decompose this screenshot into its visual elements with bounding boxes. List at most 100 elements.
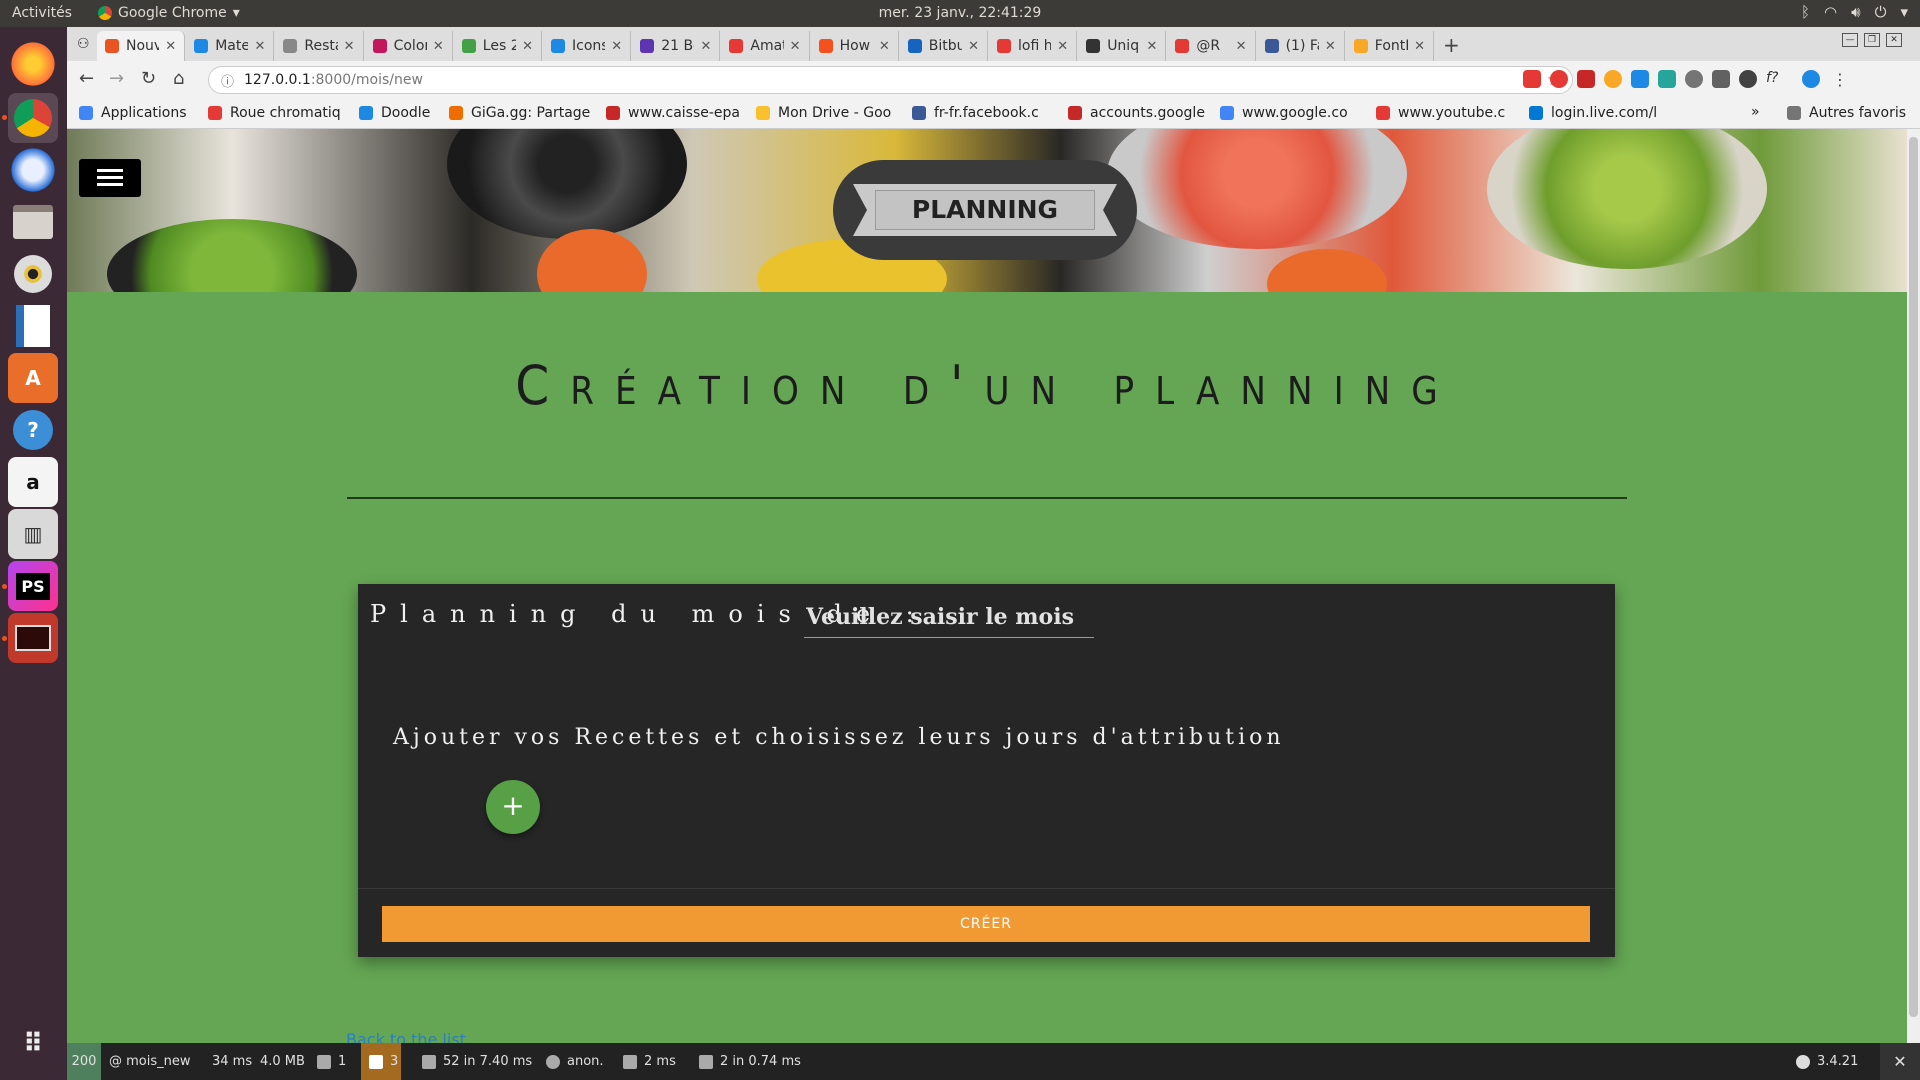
extension-icon[interactable] — [1550, 70, 1568, 88]
chrome-icon[interactable] — [8, 93, 58, 143]
extension-icon[interactable] — [1604, 70, 1622, 88]
tab-10[interactable]: lofi hip ✕ — [989, 31, 1078, 61]
tab-close-icon[interactable]: ✕ — [433, 39, 444, 54]
status-code[interactable]: 200 — [67, 1043, 101, 1080]
firefox-icon[interactable] — [8, 39, 58, 89]
bookmark-7[interactable]: accounts.google — [1068, 105, 1205, 121]
tab-close-icon[interactable]: ✕ — [254, 39, 265, 54]
month-input[interactable] — [804, 596, 1094, 638]
other-bookmarks[interactable]: Autres favoris — [1787, 105, 1906, 121]
bookmarks-more[interactable]: » — [1751, 104, 1760, 120]
files-icon[interactable] — [8, 197, 58, 247]
forms-panel[interactable]: 1 — [317, 1043, 346, 1080]
menu-button[interactable] — [79, 159, 141, 197]
tab-6[interactable]: 21 Bes ✕ — [632, 31, 721, 61]
bluetooth-icon[interactable]: ᛒ — [1801, 3, 1810, 21]
tab-close-icon[interactable]: ✕ — [790, 39, 801, 54]
wifi-icon[interactable]: ◠ — [1824, 3, 1837, 21]
page-scrollbar[interactable] — [1907, 129, 1920, 1043]
tab-close-icon[interactable]: ✕ — [879, 39, 890, 54]
show-applications-icon[interactable]: ⠿ — [8, 1019, 58, 1069]
volume-icon[interactable]: 🔊︎ — [1851, 3, 1860, 21]
tab-11[interactable]: Uniqu ✕ — [1078, 31, 1167, 61]
tab-5[interactable]: Icons | ✕ — [543, 31, 632, 61]
close-toolbar-button[interactable]: ✕ — [1880, 1043, 1920, 1080]
logs-panel[interactable]: 3 — [361, 1043, 401, 1080]
home-icon[interactable]: ⌂ — [173, 68, 184, 89]
bookmark-0[interactable]: Applications — [79, 105, 187, 121]
rhythmbox-icon[interactable] — [8, 249, 58, 299]
cache-panel[interactable]: 2 in 0.74 ms — [699, 1043, 801, 1080]
extension-icon[interactable] — [1739, 70, 1757, 88]
profile-icon[interactable]: ⚇ — [77, 36, 90, 52]
close-window-button[interactable]: ✕ — [1886, 33, 1902, 47]
extension-icon[interactable]: f? — [1766, 70, 1784, 88]
tab-close-icon[interactable]: ✕ — [1414, 39, 1425, 54]
tab-14[interactable]: FontP ✕ — [1346, 31, 1434, 61]
tab-1[interactable]: Materi ✕ — [186, 31, 275, 61]
tab-close-icon[interactable]: ✕ — [344, 39, 355, 54]
tab-close-icon[interactable]: ✕ — [1236, 39, 1247, 54]
menu-icon[interactable]: ⋮ — [1832, 70, 1850, 89]
tab-close-icon[interactable]: ✕ — [700, 39, 711, 54]
doctrine-panel[interactable]: 52 in 7.40 ms — [422, 1043, 532, 1080]
tab-close-icon[interactable]: ✕ — [165, 39, 176, 54]
software-icon[interactable]: A — [8, 353, 58, 403]
writer-icon[interactable] — [8, 301, 58, 351]
memory-usage[interactable]: 4.0 MB — [260, 1043, 305, 1080]
profile-avatar[interactable] — [1802, 70, 1820, 88]
tab-12[interactable]: @R ✕ — [1167, 31, 1256, 61]
tab-13[interactable]: (1) Fac ✕ — [1257, 31, 1345, 61]
tab-close-icon[interactable]: ✕ — [522, 39, 533, 54]
bookmark-5[interactable]: Mon Drive - Goo — [756, 105, 891, 121]
bookmark-10[interactable]: login.live.com/l — [1529, 105, 1657, 121]
info-icon[interactable]: ⓘ — [221, 71, 234, 90]
bookmark-3[interactable]: GiGa.gg: Partage — [449, 105, 590, 121]
clock[interactable]: mer. 23 janv., 22:41:29 — [0, 5, 1920, 21]
tab-8[interactable]: How t ✕ — [811, 31, 899, 61]
tab-7[interactable]: Amati ✕ — [721, 31, 810, 61]
power-icon[interactable]: ⏻ — [1875, 3, 1887, 21]
reload-icon[interactable]: ↻ — [141, 68, 156, 89]
tab-close-icon[interactable]: ✕ — [1325, 39, 1336, 54]
system-tray[interactable]: ᛒ ◠ 🔊︎ ⏻ ▾ — [1801, 3, 1908, 21]
route-name[interactable]: @ mois_new — [109, 1043, 191, 1080]
back-to-list-link[interactable]: Back to the list — [346, 1030, 466, 1043]
request-time[interactable]: 34 ms — [212, 1043, 252, 1080]
address-bar[interactable]: ⓘ 127.0.0.1:8000/mois/new ☆ — [208, 66, 1573, 94]
tab-4[interactable]: Les 22 ✕ — [454, 31, 542, 61]
bookmark-1[interactable]: Roue chromatiq — [208, 105, 341, 121]
tab-9[interactable]: Bitbuc ✕ — [900, 31, 988, 61]
back-icon[interactable]: ← — [79, 68, 94, 89]
tab-3[interactable]: Color ✕ — [365, 31, 453, 61]
tab-2[interactable]: Restau ✕ — [275, 31, 364, 61]
add-recipe-button[interactable]: + — [486, 780, 540, 834]
security-panel[interactable]: anon. — [546, 1043, 604, 1080]
extension-icon[interactable] — [1712, 70, 1730, 88]
bookmark-6[interactable]: fr-fr.facebook.c — [912, 105, 1039, 121]
mixer-icon[interactable]: ▥ — [8, 509, 58, 559]
bookmark-4[interactable]: www.caisse-epa — [606, 105, 740, 121]
help-icon[interactable]: ? — [8, 405, 58, 455]
tab-0[interactable]: Nouve ✕ — [97, 31, 186, 61]
chevron-down-icon[interactable]: ▾ — [1900, 3, 1908, 21]
phpstorm-icon[interactable]: PS — [8, 561, 58, 611]
bookmark-8[interactable]: www.google.co — [1220, 105, 1348, 121]
create-button[interactable]: CRÉER — [382, 906, 1590, 942]
extension-icon[interactable] — [1658, 70, 1676, 88]
symfony-version[interactable]: 3.4.21 — [1796, 1043, 1858, 1080]
minimize-button[interactable]: — — [1842, 33, 1858, 47]
extension-icon[interactable] — [1523, 70, 1541, 88]
amazon-icon[interactable]: a — [8, 457, 58, 507]
extension-icon[interactable] — [1577, 70, 1595, 88]
forward-icon[interactable]: → — [109, 68, 124, 89]
extension-icon[interactable] — [1631, 70, 1649, 88]
scrollbar-thumb[interactable] — [1909, 137, 1918, 1017]
maximize-button[interactable]: ❐ — [1864, 33, 1880, 47]
tab-close-icon[interactable]: ✕ — [968, 39, 979, 54]
bookmark-2[interactable]: Doodle — [359, 105, 430, 121]
extension-icon[interactable] — [1685, 70, 1703, 88]
tab-close-icon[interactable]: ✕ — [611, 39, 622, 54]
tab-close-icon[interactable]: ✕ — [1057, 39, 1068, 54]
terminal-icon[interactable] — [8, 613, 58, 663]
